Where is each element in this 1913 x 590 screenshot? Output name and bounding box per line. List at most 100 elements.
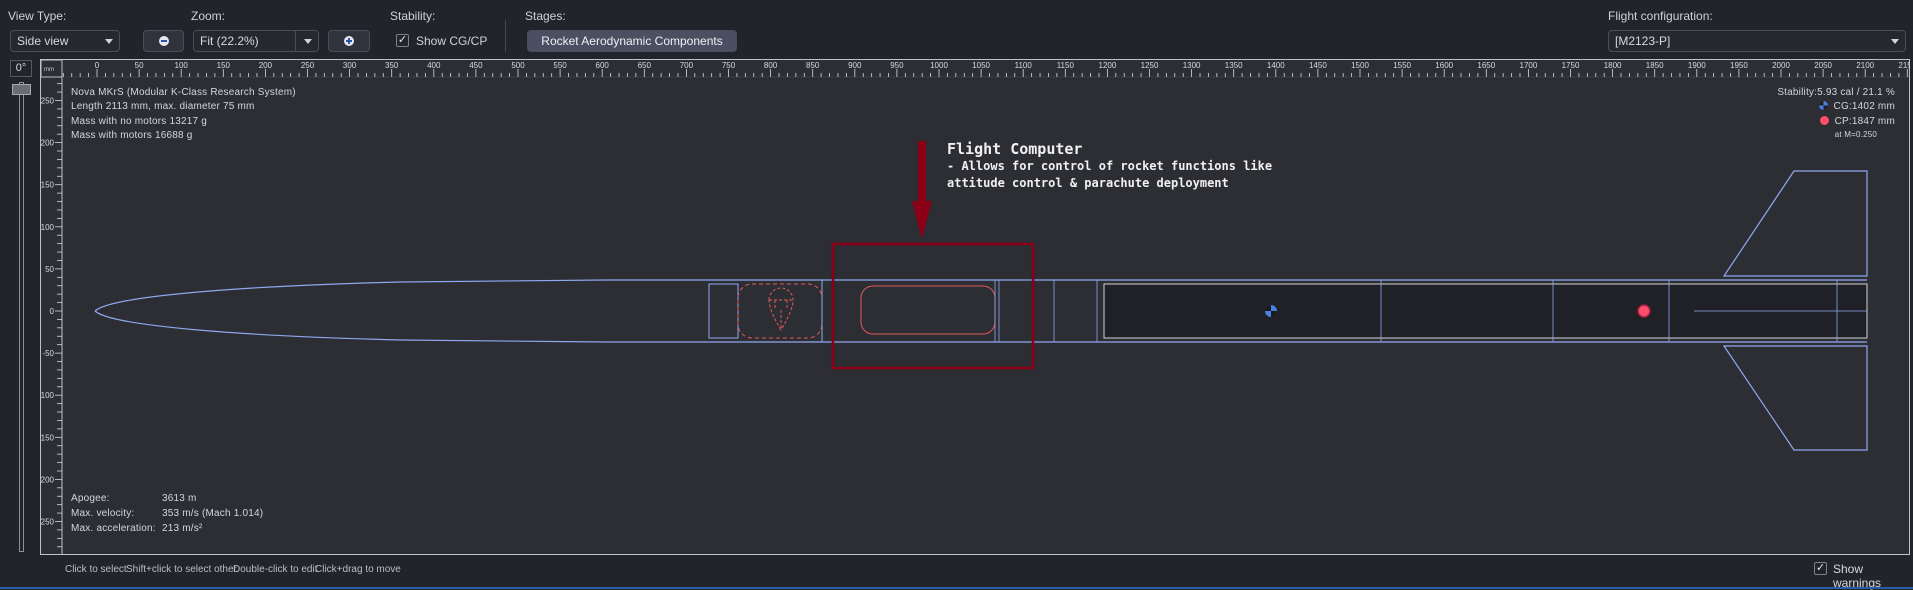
nose-coupler	[708, 283, 739, 339]
cg-icon	[1818, 101, 1828, 110]
ruler-y-label: 150	[41, 181, 55, 190]
ruler-x-label: 500	[511, 61, 525, 70]
hint-shift-click: Shift+click to select other	[126, 564, 237, 575]
velocity-label: Max. velocity:	[71, 508, 135, 519]
ruler-x-label: 1500	[1351, 61, 1369, 70]
zoom-in-icon	[344, 36, 354, 46]
ruler-x-label: 150	[217, 61, 231, 70]
ruler-y-label: 250	[41, 97, 55, 106]
ruler-x-label: 1950	[1730, 61, 1748, 70]
cp-readout: CP:1847 mm	[1819, 116, 1895, 127]
zoom-out-button[interactable]	[143, 30, 184, 52]
ruler-x-label: 1450	[1309, 61, 1327, 70]
ruler-y-label: -150	[41, 433, 55, 442]
mass-with-motors: Mass with motors 16688 g	[71, 130, 193, 141]
rocket-drawing: mm 0 50 100 150 200 250 300 350 400 450 500 550 600 65…	[41, 60, 1910, 554]
rocket-name: Nova MKrS (Modular K-Class Research Syst…	[71, 87, 296, 98]
ruler-x-label: 1150	[1057, 61, 1075, 70]
ruler-x-label: 1600	[1435, 61, 1453, 70]
rotation-slider-track[interactable]	[19, 82, 24, 552]
show-cgcp-label: Show CG/CP	[416, 34, 488, 48]
acceleration-label: Max. acceleration:	[71, 523, 156, 534]
ruler-y-label: -200	[41, 475, 55, 484]
chevron-down-icon	[304, 39, 312, 44]
ruler-x-label: 550	[553, 61, 567, 70]
view-type-value: Side view	[17, 34, 69, 48]
flight-config-value: [M2123-P]	[1615, 34, 1671, 48]
acceleration-value: 213 m/s²	[162, 523, 203, 534]
ruler-x-label: 1800	[1604, 61, 1622, 70]
annotation-line-1: - Allows for control of rocket functions…	[947, 159, 1273, 173]
ruler-x-label: 700	[680, 61, 694, 70]
chevron-down-icon	[105, 39, 113, 44]
flight-config-label: Flight configuration:	[1608, 9, 1713, 23]
ruler-x-label: 200	[259, 61, 273, 70]
view-type-dropdown[interactable]: Side view	[10, 30, 120, 52]
show-warnings-checkbox[interactable]: ✓	[1814, 562, 1827, 575]
ruler-x-label: 50	[135, 61, 144, 70]
parachute-icon	[768, 287, 794, 331]
hint-double-click: Double-click to edit	[233, 564, 318, 575]
ruler-x-label: 1400	[1267, 61, 1285, 70]
zoom-in-button[interactable]	[328, 30, 370, 52]
ruler-y-label: 200	[41, 139, 55, 148]
ruler-x-label: 1200	[1099, 61, 1117, 70]
ruler-x-label: 1750	[1562, 61, 1580, 70]
ruler-x-label: 2000	[1772, 61, 1790, 70]
annotation-arrow	[912, 141, 932, 239]
flight-config-dropdown[interactable]: [M2123-P]	[1608, 30, 1906, 52]
annotation-line-2: attitude control & parachute deployment	[947, 176, 1229, 190]
zoom-label: Zoom:	[191, 9, 226, 23]
ruler-x-label: 1700	[1520, 61, 1538, 70]
ruler-x-label: 850	[806, 61, 820, 70]
apogee-value: 3613 m	[162, 493, 197, 504]
toolbar-separator	[505, 20, 506, 52]
rocket-dimensions: Length 2113 mm, max. diameter 75 mm	[71, 101, 255, 112]
ruler-x-label: 1050	[972, 61, 990, 70]
ruler-y-label: -250	[41, 518, 55, 527]
ruler-x-label: 1900	[1688, 61, 1706, 70]
hint-click-select: Click to select	[65, 564, 127, 575]
view-type-label: View Type:	[8, 9, 67, 23]
show-warnings-label: Show warnings	[1833, 562, 1882, 590]
zoom-value: Fit (22.2%)	[200, 34, 259, 48]
mass-no-motors: Mass with no motors 13217 g	[71, 116, 208, 127]
ruler-unit: mm	[44, 67, 54, 73]
ruler-x-label: 1300	[1183, 61, 1201, 70]
ruler-x-label: 1550	[1393, 61, 1411, 70]
show-cgcp-checkbox[interactable]: ✓	[396, 34, 409, 47]
ruler-x-label: 800	[764, 61, 778, 70]
cg-readout: CG:1402 mm	[1818, 101, 1895, 112]
flight-computer	[860, 285, 996, 335]
annotation-highlight-box	[831, 242, 1035, 370]
ruler-x-label: 1100	[1015, 61, 1033, 70]
hint-click-drag: Click+drag to move	[315, 564, 401, 575]
stability-readout: Stability:5.93 cal / 21.1 %	[1777, 87, 1895, 98]
ruler-x-label: 1650	[1477, 61, 1495, 70]
rotation-value[interactable]: 0°	[10, 60, 32, 77]
rocket-canvas[interactable]: mm 0 50 100 150 200 250 300 350 400 450 500 550 600 65…	[40, 59, 1910, 555]
chevron-down-icon	[1891, 39, 1899, 44]
cp-icon	[1637, 304, 1651, 318]
ruler-x-label: 600	[596, 61, 610, 70]
ruler-y-label: -100	[41, 391, 55, 400]
nose-cone	[94, 279, 606, 343]
zoom-out-icon	[158, 36, 169, 46]
ruler-x-label: 450	[469, 61, 483, 70]
ruler-y-label: 100	[41, 223, 55, 232]
rotation-slider-handle[interactable]	[12, 84, 31, 95]
zoom-dropdown[interactable]: Fit (22.2%)	[193, 30, 319, 52]
ruler-y-label: 0	[50, 307, 55, 316]
ruler-x-label: 750	[722, 61, 736, 70]
stage-button[interactable]: Rocket Aerodynamic Components	[527, 30, 737, 52]
mach-readout: at M=0.250	[1834, 130, 1877, 139]
ruler-x-label: 0	[95, 61, 100, 70]
cp-icon	[1819, 116, 1829, 125]
ruler-x-label: 650	[638, 61, 652, 70]
ruler-y-label: -50	[42, 349, 54, 358]
parachute-bay	[737, 283, 823, 339]
ruler-x-label: 400	[427, 61, 441, 70]
annotation-title: Flight Computer	[947, 140, 1083, 158]
ruler-x-label: 2150	[1898, 61, 1910, 70]
ruler-x-label: 250	[301, 61, 315, 70]
